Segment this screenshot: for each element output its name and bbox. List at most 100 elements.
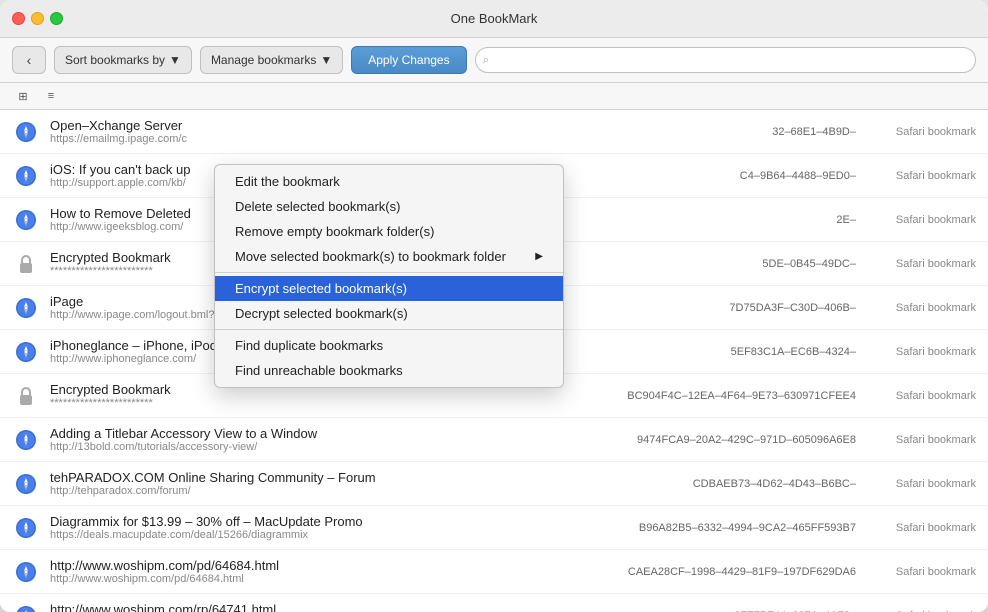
list-item[interactable]: http://www.woshipm.com/pd/64684.htmlhttp… [0,550,988,594]
list-item[interactable]: Adding a Titlebar Accessory View to a Wi… [0,418,988,462]
list-item[interactable]: tehPARADOX.COM Online Sharing Community … [0,462,988,506]
menu-item-label: Remove empty bookmark folder(s) [235,224,434,239]
bookmark-type: Safari bookmark [876,126,976,138]
safari-icon [12,118,40,146]
sort-label: Sort bookmarks by [65,53,165,67]
bookmark-url: https://deals.macupdate.com/deal/15266/d… [50,529,576,541]
menu-item-label: Encrypt selected bookmark(s) [235,281,407,296]
bookmark-list: Open–Xchange Serverhttps://emailmg.ipage… [0,110,988,612]
window-title: One BookMark [451,11,538,26]
menu-item-edit[interactable]: Edit the bookmark [215,169,563,194]
bookmark-type: Safari bookmark [876,434,976,446]
manage-label: Manage bookmarks [211,53,316,67]
bookmark-url: ************************ [50,397,576,409]
close-button[interactable] [12,12,25,25]
bookmark-url: http://13bold.com/tutorials/accessory-vi… [50,441,576,453]
bookmark-title: Diagrammix for $13.99 – 30% off – MacUpd… [50,514,576,529]
manage-arrow-icon: ▼ [320,53,332,67]
manage-dropdown-menu: Edit the bookmark Delete selected bookmar… [214,164,564,388]
safari-icon [12,602,40,612]
bookmark-url: http://www.woshipm.com/pd/64684.html [50,573,576,585]
back-icon: ‹ [27,52,32,68]
menu-separator [215,272,563,273]
list-item[interactable]: Diagrammix for $13.99 – 30% off – MacUpd… [0,506,988,550]
bookmark-info: http://www.woshipm.com/rp/64741.htmlhttp… [50,602,576,612]
titlebar: One BookMark [0,0,988,38]
menu-item-remove-empty[interactable]: Remove empty bookmark folder(s) [215,219,563,244]
sort-arrow-icon: ▼ [169,53,181,67]
safari-icon [12,162,40,190]
back-button[interactable]: ‹ [12,46,46,74]
search-input[interactable] [475,47,976,73]
bookmark-url: http://tehparadox.com/forum/ [50,485,576,497]
manage-bookmarks-button[interactable]: Manage bookmarks ▼ [200,46,343,74]
search-icon: ⌕ [483,53,490,68]
menu-item-delete[interactable]: Delete selected bookmark(s) [215,194,563,219]
bookmark-info: tehPARADOX.COM Online Sharing Community … [50,470,576,497]
apply-changes-button[interactable]: Apply Changes [351,46,466,74]
bookmark-type: Safari bookmark [876,170,976,182]
minimize-button[interactable] [31,12,44,25]
bookmark-type: Safari bookmark [876,566,976,578]
bookmark-info: Diagrammix for $13.99 – 30% off – MacUpd… [50,514,576,541]
bookmark-title: Open–Xchange Server [50,118,576,133]
bookmark-type: Safari bookmark [876,390,976,402]
bookmark-type: Safari bookmark [876,346,976,358]
menu-item-label: Decrypt selected bookmark(s) [235,306,408,321]
list-view-button[interactable]: ≡ [40,87,62,105]
menu-item-move[interactable]: Move selected bookmark(s) to bookmark fo… [215,244,563,269]
menu-item-find-unreachable[interactable]: Find unreachable bookmarks [215,358,563,383]
bookmark-info: http://www.woshipm.com/pd/64684.htmlhttp… [50,558,576,585]
bookmark-uuid: B96A82B5–6332–4994–9CA2–465FF593B7 [576,522,856,534]
bookmark-type: Safari bookmark [876,214,976,226]
bookmark-uuid: 5EF83C1A–EC6B–4324– [576,346,856,358]
lock-icon [12,382,40,410]
safari-icon [12,338,40,366]
toolbar: ‹ Sort bookmarks by ▼ Manage bookmarks ▼… [0,38,988,83]
bookmark-uuid: 2E– [576,214,856,226]
bookmark-uuid: 5DE–0B45–49DC– [576,258,856,270]
sort-bookmarks-button[interactable]: Sort bookmarks by ▼ [54,46,192,74]
menu-item-find-duplicate[interactable]: Find duplicate bookmarks [215,333,563,358]
submenu-arrow-icon: ▶ [535,251,543,262]
grid-view-button[interactable]: ⊞ [12,87,34,105]
bookmark-uuid: 7D75DA3F–C30D–406B– [576,302,856,314]
list-item[interactable]: Open–Xchange Serverhttps://emailmg.ipage… [0,110,988,154]
bookmark-uuid: BC904F4C–12EA–4F64–9E73–630971CFEE4 [576,390,856,402]
bookmark-title: http://www.woshipm.com/pd/64684.html [50,558,576,573]
bookmark-url: https://emailmg.ipage.com/c [50,133,576,145]
bookmark-uuid: 9474FCA9–20A2–429C–971D–605096A6E8 [576,434,856,446]
bookmark-type: Safari bookmark [876,302,976,314]
lock-icon [12,250,40,278]
menu-separator [215,329,563,330]
list-item[interactable]: http://www.woshipm.com/rp/64741.htmlhttp… [0,594,988,612]
bookmark-uuid: 32–68E1–4B9D– [576,126,856,138]
safari-icon [12,514,40,542]
bookmark-uuid: CDBAEB73–4D62–4D43–B6BC– [576,478,856,490]
bookmark-type: Safari bookmark [876,478,976,490]
bookmark-title: tehPARADOX.COM Online Sharing Community … [50,470,576,485]
bookmark-title: http://www.woshipm.com/rp/64741.html [50,602,576,612]
traffic-lights [12,12,63,25]
bookmark-uuid: CAEA28CF–1998–4429–81F9–197DF629DA6 [576,566,856,578]
maximize-button[interactable] [50,12,63,25]
menu-item-encrypt[interactable]: Encrypt selected bookmark(s) [215,276,563,301]
bookmark-uuid: C4–9B64–4488–9ED0– [576,170,856,182]
safari-icon [12,470,40,498]
menu-item-decrypt[interactable]: Decrypt selected bookmark(s) [215,301,563,326]
safari-icon [12,558,40,586]
menu-item-label: Edit the bookmark [235,174,340,189]
safari-icon [12,426,40,454]
bookmark-title: Adding a Titlebar Accessory View to a Wi… [50,426,576,441]
bookmark-type: Safari bookmark [876,258,976,270]
bookmark-info: Open–Xchange Serverhttps://emailmg.ipage… [50,118,576,145]
menu-item-label: Find unreachable bookmarks [235,363,403,378]
main-window: One BookMark ‹ Sort bookmarks by ▼ Manag… [0,0,988,612]
safari-icon [12,294,40,322]
bookmark-info: Adding a Titlebar Accessory View to a Wi… [50,426,576,453]
view-controls-bar: ⊞ ≡ [0,83,988,110]
menu-item-label: Delete selected bookmark(s) [235,199,400,214]
bookmark-type: Safari bookmark [876,522,976,534]
menu-item-label: Move selected bookmark(s) to bookmark fo… [235,249,506,264]
menu-item-label: Find duplicate bookmarks [235,338,383,353]
